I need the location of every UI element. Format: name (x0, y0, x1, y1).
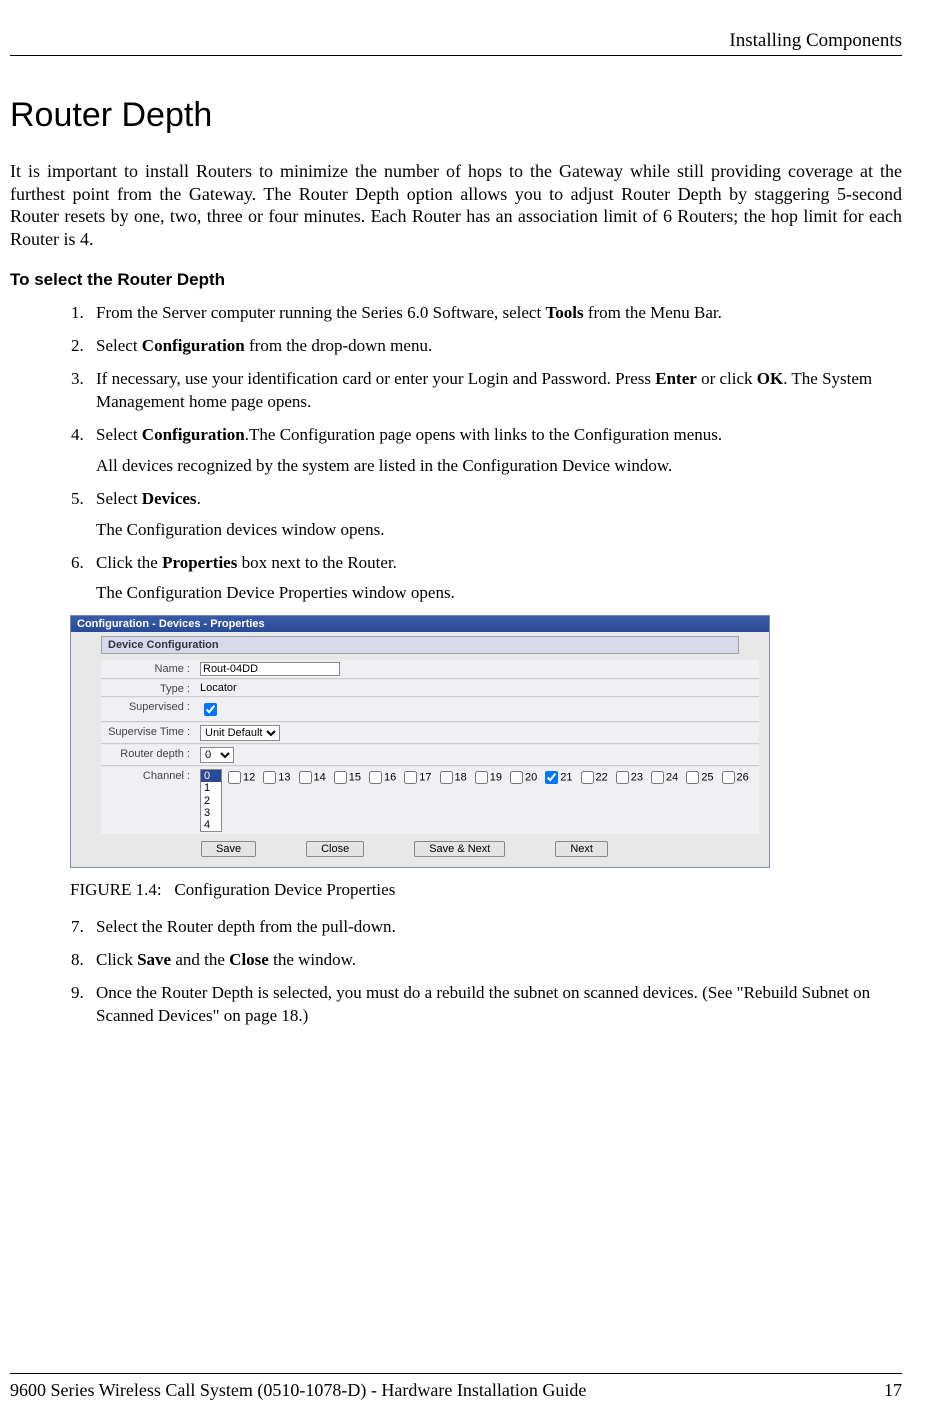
save-next-button[interactable]: Save & Next (414, 841, 505, 857)
channel-26-label: 26 (737, 772, 749, 784)
dialog-button-row: Save Close Save & Next Next (101, 835, 759, 861)
row-name: Name : (101, 660, 759, 679)
dialog-titlebar: Configuration - Devices - Properties (71, 616, 769, 632)
step-4: Select Configuration.The Configuration p… (88, 424, 902, 478)
footer-rule (10, 1373, 902, 1374)
procedure-list: From the Server computer running the Ser… (10, 302, 902, 605)
step-8: Click Save and the Close the window. (88, 949, 902, 972)
running-header: Installing Components (10, 30, 902, 52)
procedure-list-cont: Select the Router depth from the pull-do… (10, 916, 902, 1028)
label-supervised: Supervised : (101, 699, 196, 713)
channel-22-checkbox[interactable] (581, 771, 594, 784)
channel-20-checkbox[interactable] (510, 771, 523, 784)
label-router-depth: Router depth : (101, 746, 196, 760)
channel-22-label: 22 (596, 772, 608, 784)
row-supervise-time: Supervise Time : Unit Default (101, 723, 759, 744)
channel-26-checkbox[interactable] (722, 771, 735, 784)
label-supervise-time: Supervise Time : (101, 724, 196, 738)
row-type: Type : Locator (101, 680, 759, 697)
value-type: Locator (196, 681, 759, 695)
procedure-heading: To select the Router Depth (10, 270, 902, 290)
step-3: If necessary, use your identification ca… (88, 368, 902, 414)
step-5: Select Devices. The Configuration device… (88, 488, 902, 542)
channel-16-label: 16 (384, 772, 396, 784)
footer-doc-title: 9600 Series Wireless Call System (0510-1… (10, 1380, 586, 1401)
page-footer: 9600 Series Wireless Call System (0510-1… (10, 1365, 902, 1401)
save-button[interactable]: Save (201, 841, 256, 857)
footer-page-number: 17 (884, 1380, 902, 1401)
label-channel: Channel : (101, 768, 196, 782)
channel-23-checkbox[interactable] (616, 771, 629, 784)
channel-13-label: 13 (278, 772, 290, 784)
channel-18-checkbox[interactable] (440, 771, 453, 784)
router-depth-dropdown-open[interactable]: 0 1 2 3 4 (200, 769, 222, 831)
channel-21-checkbox[interactable] (545, 771, 558, 784)
channel-21-label: 21 (560, 772, 572, 784)
row-supervised: Supervised : (101, 698, 759, 722)
supervised-checkbox[interactable] (204, 703, 217, 716)
dialog-subtitle: Device Configuration (101, 636, 739, 654)
close-button[interactable]: Close (306, 841, 364, 857)
channel-14-label: 14 (314, 772, 326, 784)
page-title: Router Depth (10, 96, 902, 135)
row-channel: Channel : 0 1 2 3 4 12 13 14 15 16 17 18 19 20 21… (101, 767, 759, 833)
step-6: Click the Properties box next to the Rou… (88, 552, 902, 606)
intro-paragraph: It is important to install Routers to mi… (10, 160, 902, 250)
channel-20-label: 20 (525, 772, 537, 784)
channel-16-checkbox[interactable] (369, 771, 382, 784)
router-depth-select-closed[interactable]: 0 (200, 747, 234, 763)
channel-18-label: 18 (455, 772, 467, 784)
name-input[interactable] (200, 662, 340, 676)
figure-caption: FIGURE 1.4: Configuration Device Propert… (70, 880, 902, 900)
dialog-body: Name : Type : Locator Supervised : Super… (71, 658, 769, 866)
channel-12-label: 12 (243, 772, 255, 784)
channel-24-label: 24 (666, 772, 678, 784)
label-type: Type : (101, 681, 196, 695)
step-7: Select the Router depth from the pull-do… (88, 916, 902, 939)
channel-15-checkbox[interactable] (334, 771, 347, 784)
next-button[interactable]: Next (555, 841, 608, 857)
channel-24-checkbox[interactable] (651, 771, 664, 784)
supervise-time-select[interactable]: Unit Default (200, 725, 280, 741)
channel-14-checkbox[interactable] (299, 771, 312, 784)
channel-17-checkbox[interactable] (404, 771, 417, 784)
channel-19-checkbox[interactable] (475, 771, 488, 784)
channel-17-label: 17 (419, 772, 431, 784)
channel-19-label: 19 (490, 772, 502, 784)
channel-25-label: 25 (701, 772, 713, 784)
label-name: Name : (101, 661, 196, 675)
header-rule (10, 55, 902, 56)
channel-23-label: 23 (631, 772, 643, 784)
step-2: Select Configuration from the drop-down … (88, 335, 902, 358)
dialog-window: Configuration - Devices - Properties Dev… (70, 615, 770, 867)
row-router-depth: Router depth : 0 (101, 745, 759, 766)
channel-25-checkbox[interactable] (686, 771, 699, 784)
channel-15-label: 15 (349, 772, 361, 784)
channel-checkbox-list: 12 13 14 15 16 17 18 19 20 21 22 23 24 25 26 (228, 769, 749, 784)
figure-container: Configuration - Devices - Properties Dev… (70, 615, 902, 867)
step-1: From the Server computer running the Ser… (88, 302, 902, 325)
channel-12-checkbox[interactable] (228, 771, 241, 784)
channel-13-checkbox[interactable] (263, 771, 276, 784)
step-9: Once the Router Depth is selected, you m… (88, 982, 902, 1028)
